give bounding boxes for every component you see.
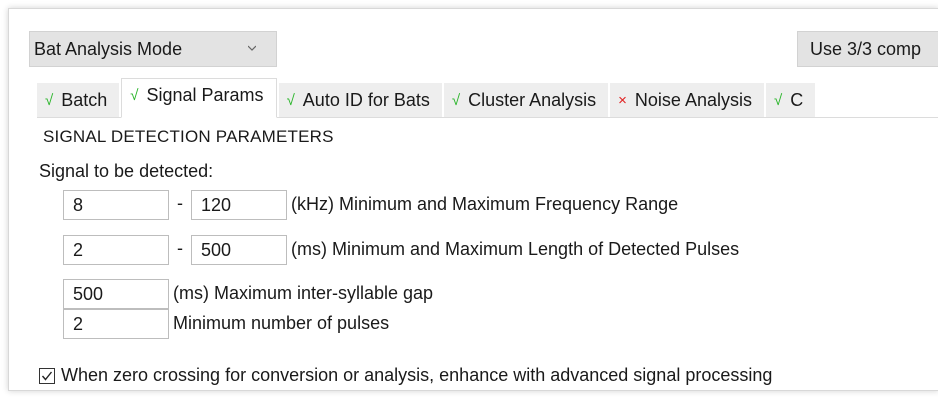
enhance-checkbox-label[interactable]: When zero crossing for conversion or ana… [61,365,772,386]
max-frequency-input[interactable] [191,190,287,220]
mode-select[interactable]: Bat Analysis Mode [29,31,277,67]
min-pulses-input[interactable] [63,309,169,339]
enhance-checkbox[interactable] [39,368,55,384]
max-gap-label: (ms) Maximum inter-syllable gap [173,283,434,303]
settings-panel: Bat Analysis Mode Use 3/3 comp √ Batch √… [8,8,938,391]
range-separator: - [177,238,183,258]
check-icon: √ [451,91,461,109]
tab-cluster-analysis[interactable]: √ Cluster Analysis [443,83,609,117]
max-pulse-length-input[interactable] [191,235,287,265]
range-separator: - [177,193,183,213]
section-title: SIGNAL DETECTION PARAMETERS [43,127,334,146]
tab-auto-id-for-bats[interactable]: √ Auto ID for Bats [278,83,442,117]
mode-select-value: Bat Analysis Mode [34,39,183,59]
pulse-length-label: (ms) Minimum and Maximum Length of Detec… [291,239,740,259]
tab-label: Auto ID for Bats [302,89,430,110]
tab-signal-params[interactable]: √ Signal Params [121,78,277,118]
tab-label: C [790,89,804,110]
tab-label: Signal Params [146,84,264,105]
check-icon: √ [773,91,783,109]
check-icon: √ [286,91,295,109]
tab-bar: √ Batch √ Signal Params √ Auto ID for Ba… [37,77,938,118]
chevron-down-icon [248,45,256,51]
use-components-button[interactable]: Use 3/3 comp [797,31,938,67]
tab-noise-analysis[interactable]: × Noise Analysis [610,83,764,117]
tab-label: Noise Analysis [634,89,752,110]
checkmark-icon [41,371,53,381]
check-icon: √ [45,91,54,109]
error-x-icon: × [618,91,627,109]
tab-label: Batch [61,89,108,110]
frequency-range-label: (kHz) Minimum and Maximum Frequency Rang… [291,194,679,214]
tab-label: Cluster Analysis [468,89,597,110]
min-pulses-label: Minimum number of pulses [173,313,390,333]
check-icon: √ [130,86,139,104]
tab-batch[interactable]: √ Batch [37,83,120,117]
min-frequency-input[interactable] [63,190,169,220]
min-pulse-length-input[interactable] [63,235,169,265]
max-gap-input[interactable] [63,279,169,309]
tab-truncated[interactable]: √ C [765,83,816,117]
signal-label: Signal to be detected: [39,161,214,181]
